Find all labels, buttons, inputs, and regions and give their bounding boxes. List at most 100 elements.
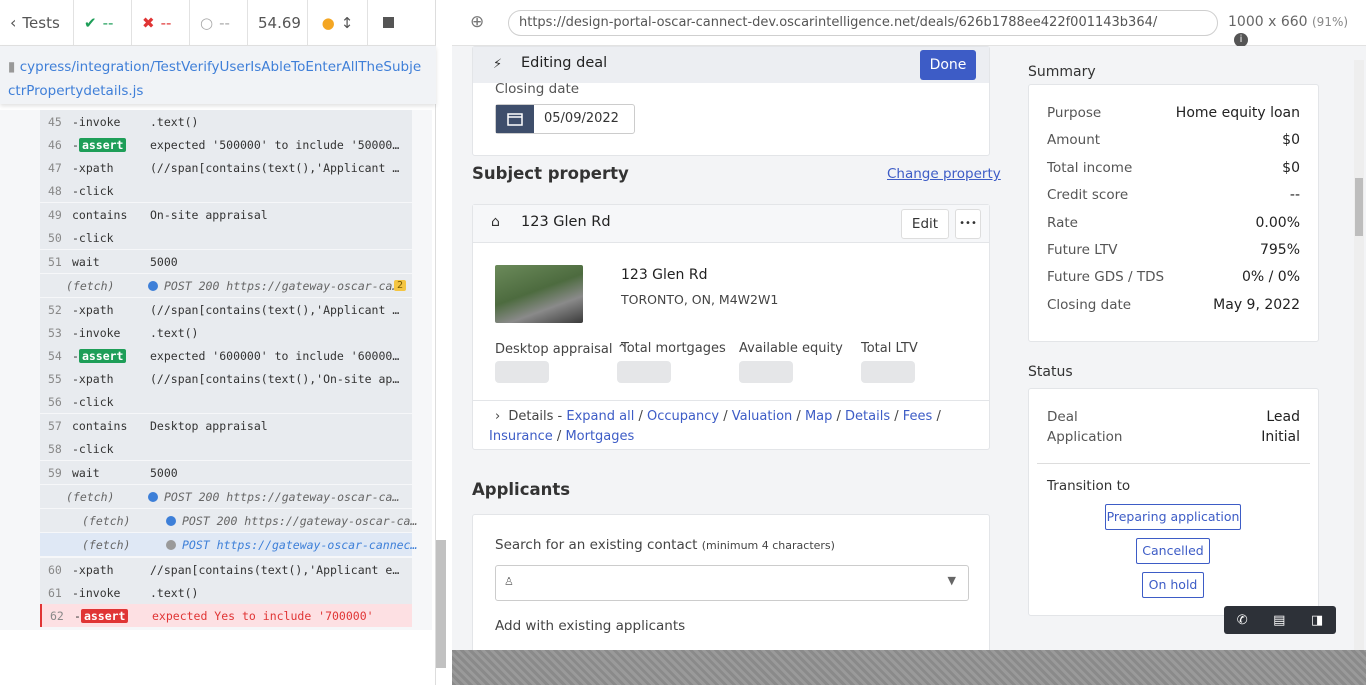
stop-button[interactable] <box>368 0 408 46</box>
assert-badge: assert <box>80 608 129 623</box>
command-row[interactable]: (fetch) POST https://gateway-oscar-cannec… <box>40 533 422 556</box>
preparing-application-button[interactable]: Preparing application <box>1105 504 1241 530</box>
command-row[interactable]: (fetch) POST 200 https://gateway-oscar-ca… <box>40 509 422 532</box>
x-icon: ✖ <box>142 13 155 32</box>
applicants-card: Search for an existing contact (minimum … <box>472 514 990 650</box>
chevron-right-icon[interactable]: › <box>495 409 504 424</box>
closing-date-input[interactable]: 05/09/2022 <box>495 104 635 134</box>
command-row[interactable]: 48 -click <box>40 179 412 202</box>
summary-label: Rate <box>1047 214 1078 231</box>
command-message: POST 200 https://gateway-oscar-ca... <box>148 279 404 293</box>
details-link-mortgages[interactable]: Mortgages <box>565 429 634 444</box>
application-status-label: Application <box>1047 429 1123 445</box>
command-number: 57 <box>48 418 62 433</box>
url-field[interactable]: https://design-portal-oscar-cannect-dev.… <box>508 10 1218 36</box>
loading-skeleton <box>861 361 915 383</box>
command-name: -xpath <box>72 562 114 577</box>
status-card: Deal Lead Application Initial Transition… <box>1028 388 1319 616</box>
details-link-details[interactable]: Details <box>845 409 890 424</box>
calendar-icon[interactable] <box>496 105 534 133</box>
viewport-hatch-area <box>452 650 1366 685</box>
command-name: -invoke <box>72 114 121 129</box>
command-row[interactable]: 61 -invoke .text() <box>40 581 412 604</box>
summary-label: Amount <box>1047 132 1101 149</box>
summary-label: Purpose <box>1047 105 1102 121</box>
change-property-link[interactable]: Change property <box>887 166 1001 182</box>
total-ltv-label: Total LTV <box>861 341 918 356</box>
valuation-select-value: Desktop appraisal <box>495 342 613 357</box>
status-title: Status <box>1028 364 1073 380</box>
check-icon: ✔ <box>84 13 97 32</box>
reporter-scrollbar[interactable] <box>436 540 446 668</box>
command-row[interactable]: 60 -xpath //span[contains(text(),'Applican… <box>40 558 412 581</box>
summary-value: 795% <box>1259 242 1300 258</box>
command-row[interactable]: 59 wait 5000 <box>40 461 412 484</box>
spec-file-path[interactable]: ▮ cypress/integration/TestVerifyUserIsAb… <box>0 46 436 104</box>
search-label-text: Search for an existing contact <box>495 537 698 553</box>
command-row[interactable]: 46 - assert expected '500000' to include '5… <box>40 133 412 156</box>
command-message: Desktop appraisal <box>150 418 268 433</box>
phone-icon[interactable]: ✆ <box>1237 613 1248 628</box>
command-message: .text() <box>150 325 199 340</box>
cancelled-button[interactable]: Cancelled <box>1136 538 1210 564</box>
passed-count: ✔ -- <box>74 0 132 46</box>
stop-icon <box>382 17 394 28</box>
command-row[interactable]: 50 -click <box>40 226 412 249</box>
command-row[interactable]: 47 -xpath (//span[contains(text(),'Applica… <box>40 156 412 179</box>
auto-scroll-toggle[interactable]: ● ↕ <box>308 0 368 46</box>
request-status-dot-icon <box>166 540 176 550</box>
edit-property-button[interactable]: Edit <box>901 209 949 239</box>
done-button[interactable]: Done <box>920 50 976 80</box>
details-link-valuation[interactable]: Valuation <box>732 409 793 424</box>
test-reporter: ‹ Tests ✔ -- ✖ -- ○ -- 54.69 ● ↕ ▮ cypre… <box>0 0 436 685</box>
spec-file-link[interactable]: cypress/integration/TestVerifyUserIsAble… <box>8 59 421 99</box>
command-number: 62 <box>50 608 64 623</box>
command-name: -click <box>72 230 114 245</box>
command-name: -xpath <box>72 371 114 386</box>
reporter-header: ‹ Tests ✔ -- ✖ -- ○ -- 54.69 ● ↕ <box>0 0 436 46</box>
command-row[interactable]: 56 -click <box>40 390 412 413</box>
assert-badge: assert <box>78 137 127 152</box>
back-label: Tests <box>22 13 60 32</box>
summary-value: May 9, 2022 <box>1213 296 1300 313</box>
command-row[interactable]: (fetch) POST 200 https://gateway-oscar-ca… <box>40 485 412 508</box>
chevron-down-icon[interactable]: ▼ <box>948 574 956 587</box>
command-row[interactable]: 62 - assert expected Yes to include '700000… <box>40 604 412 627</box>
command-message: expected Yes to include '700000' <box>152 608 374 623</box>
command-row[interactable]: 49 contains On-site appraisal <box>40 203 412 226</box>
details-link-expand-all[interactable]: Expand all <box>566 409 634 424</box>
more-options-button[interactable]: ••• <box>955 209 981 239</box>
contact-search-input[interactable]: ♙ ▼ <box>495 565 969 601</box>
command-row[interactable]: 51 wait 5000 <box>40 250 412 273</box>
details-link-map[interactable]: Map <box>805 409 832 424</box>
command-row[interactable]: 57 contains Desktop appraisal <box>40 414 412 437</box>
property-address-line1: 123 Glen Rd <box>621 267 708 283</box>
info-icon[interactable]: i <box>1234 33 1248 47</box>
command-message: POST 200 https://gateway-oscar-cann... <box>148 490 404 504</box>
command-row[interactable]: 55 -xpath (//span[contains(text(),'On-site… <box>40 367 412 390</box>
command-name: contains <box>72 418 128 433</box>
summary-value: $0 <box>1282 132 1300 149</box>
details-link-insurance[interactable]: Insurance <box>489 429 553 444</box>
app-scrollbar-thumb[interactable] <box>1355 178 1363 236</box>
details-link-fees[interactable]: Fees <box>903 409 933 424</box>
deal-status-value: Lead <box>1266 409 1300 425</box>
chat-icon[interactable]: ▤ <box>1273 613 1285 628</box>
command-row[interactable]: (fetch) POST 200 https://gateway-oscar-ca… <box>40 274 412 297</box>
command-row[interactable]: 45 -invoke .text() <box>40 110 412 133</box>
command-number: 45 <box>48 114 62 129</box>
note-icon[interactable]: ◨ <box>1311 613 1323 628</box>
closing-date-label: Closing date <box>495 81 580 97</box>
command-row[interactable]: 58 -click <box>40 437 412 460</box>
back-to-tests-button[interactable]: ‹ Tests <box>0 0 74 46</box>
divider <box>473 400 989 401</box>
details-link-occupancy[interactable]: Occupancy <box>647 409 719 424</box>
on-hold-button[interactable]: On hold <box>1142 572 1204 598</box>
details-prefix: Details - <box>508 409 567 424</box>
command-name: (fetch) <box>66 278 115 293</box>
command-row[interactable]: 52 -xpath (//span[contains(text(),'Applica… <box>40 298 412 321</box>
command-row[interactable]: 53 -invoke .text() <box>40 321 412 344</box>
selector-playground-icon[interactable]: ⊕ <box>470 12 484 32</box>
command-row[interactable]: 54 - assert expected '600000' to include '6… <box>40 344 412 367</box>
valuation-select[interactable]: Desktop appraisal ⌃ <box>495 342 630 357</box>
